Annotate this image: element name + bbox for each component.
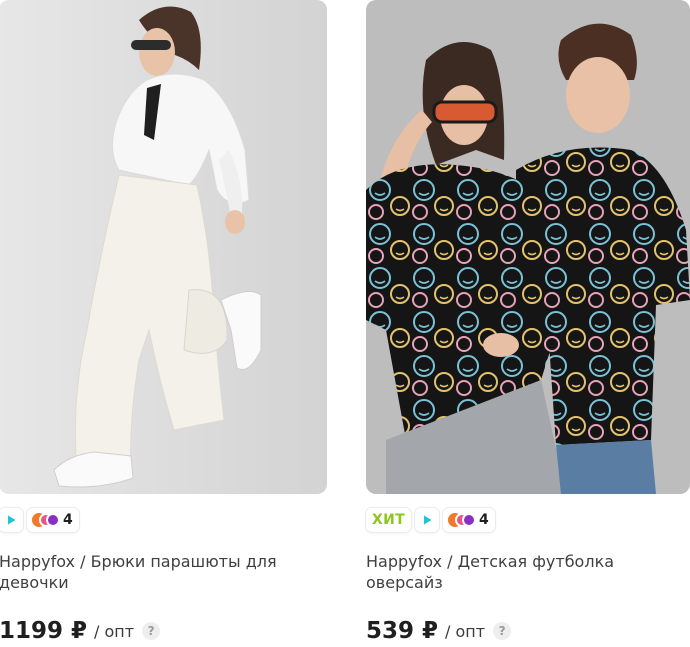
hit-badge: ХИТ	[366, 508, 411, 532]
colors-badge[interactable]: 4	[27, 508, 79, 532]
help-icon[interactable]: ?	[142, 622, 161, 640]
colors-count: 4	[63, 512, 73, 528]
play-icon	[423, 515, 432, 525]
product-image-kids-tshirt[interactable]	[366, 0, 690, 494]
price-row: 539 ₽ / опт ?	[366, 618, 512, 644]
color-swatches-icon	[32, 513, 60, 527]
help-icon[interactable]: ?	[493, 622, 512, 640]
product-card[interactable]: ХИТ 4 Happyfox / Детская футболка оверса…	[366, 0, 690, 647]
play-icon	[8, 515, 16, 525]
video-badge[interactable]	[0, 508, 23, 532]
product-badges: 4	[0, 508, 79, 532]
product-title[interactable]: Happyfox / Детская футболка оверсайз	[366, 551, 686, 593]
product-card[interactable]: 4 Happyfox / Брюки парашюты для девочки …	[0, 0, 327, 647]
color-swatches-icon	[447, 513, 476, 527]
video-badge[interactable]	[414, 508, 439, 532]
colors-badge[interactable]: 4	[442, 508, 495, 532]
product-price: 539 ₽	[366, 618, 439, 644]
product-title[interactable]: Happyfox / Брюки парашюты для девочки	[0, 551, 319, 593]
price-unit: / опт	[94, 621, 135, 641]
product-badges: ХИТ 4	[366, 508, 495, 532]
price-unit: / опт	[445, 621, 486, 641]
product-grid: 4 Happyfox / Брюки парашюты для девочки …	[0, 0, 690, 647]
colors-count: 4	[478, 512, 489, 528]
product-photo[interactable]	[366, 0, 690, 494]
product-price: 1199 ₽	[0, 618, 88, 644]
price-row: 1199 ₽ / опт ?	[0, 618, 161, 644]
product-image-girl-white-pants[interactable]	[0, 0, 327, 494]
product-photo[interactable]	[0, 0, 327, 494]
